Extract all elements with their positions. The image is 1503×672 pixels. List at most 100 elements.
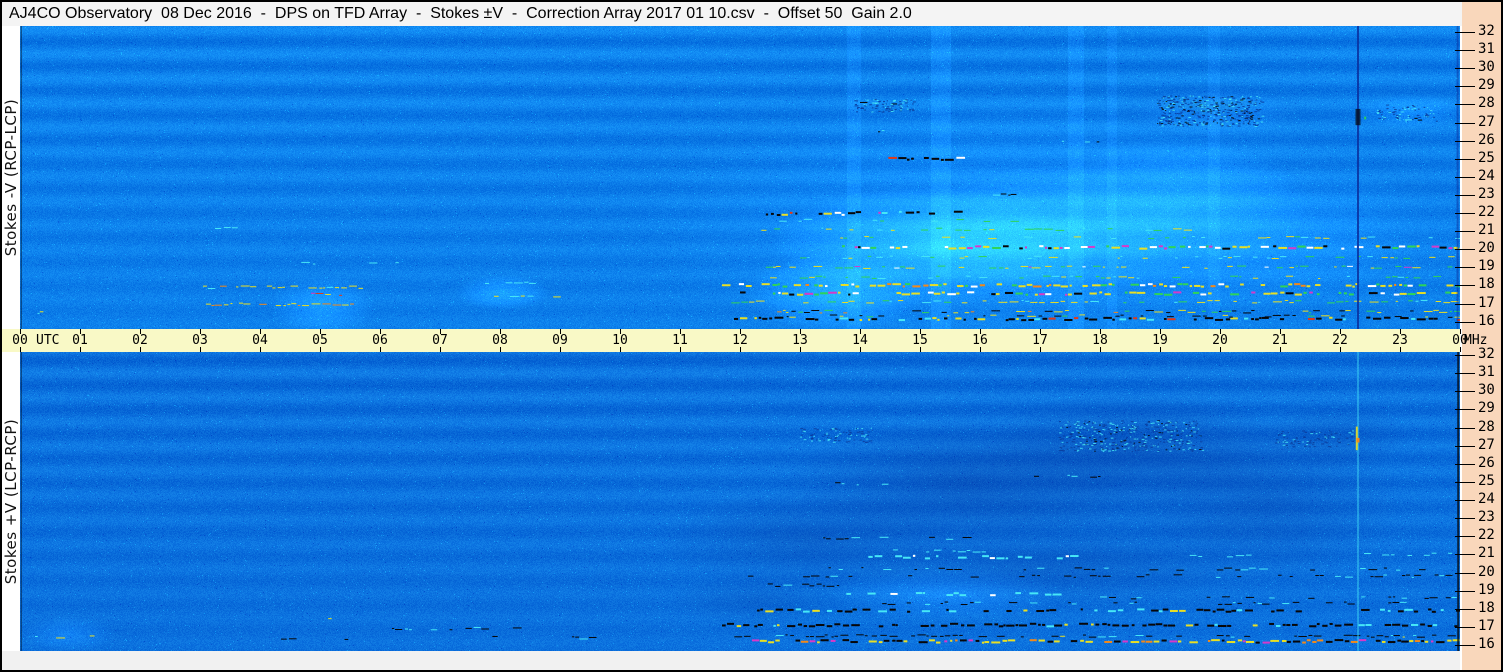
freq-tick (1455, 141, 1475, 142)
hour-label: 09 (552, 333, 568, 348)
freq-label: 30 (1478, 382, 1495, 398)
freq-tick (1455, 500, 1475, 501)
freq-label: 16 (1478, 636, 1495, 652)
freq-tick (1455, 177, 1475, 178)
freq-tick (1455, 409, 1475, 410)
freq-label: 25 (1478, 150, 1495, 166)
freq-tick (1455, 627, 1475, 628)
freq-tick (1455, 518, 1475, 519)
freq-label: 19 (1478, 582, 1495, 598)
freq-tick (1455, 249, 1475, 250)
hour-label: 18 (1092, 333, 1108, 348)
freq-label: 26 (1478, 455, 1495, 471)
freq-label: 19 (1478, 258, 1495, 274)
freq-tick (1455, 267, 1475, 268)
hour-label: 22 (1332, 333, 1348, 348)
spectrogram-bottom-stokes-plus-v (20, 352, 1460, 651)
panel-label-stokes-minus-v: Stokes -V (RCP-LCP) (2, 98, 20, 257)
freq-tick (1455, 554, 1475, 555)
freq-label: 32 (1478, 23, 1495, 39)
freq-label: 32 (1478, 346, 1495, 362)
hour-label: 03 (192, 333, 208, 348)
spectrogram-top-stokes-minus-v (20, 26, 1460, 329)
hour-label: 08 (492, 333, 508, 348)
freq-label: 24 (1478, 491, 1495, 507)
title-bar: AJ4CO Observatory 08 Dec 2016 - DPS on T… (2, 2, 1467, 26)
freq-tick (1455, 373, 1475, 374)
freq-label: 21 (1478, 222, 1495, 238)
freq-label: 25 (1478, 473, 1495, 489)
freq-tick (1455, 304, 1475, 305)
freq-tick (1455, 104, 1475, 105)
freq-tick (1455, 464, 1475, 465)
freq-label: 28 (1478, 95, 1495, 111)
freq-tick (1455, 159, 1475, 160)
hour-label: 17 (1032, 333, 1048, 348)
freq-label: 21 (1478, 545, 1495, 561)
freq-tick (1455, 428, 1475, 429)
freq-label: 22 (1478, 204, 1495, 220)
utc-unit-label: UTC (36, 333, 60, 348)
freq-tick (1455, 536, 1475, 537)
freq-tick (1455, 86, 1475, 87)
freq-tick (1455, 68, 1475, 69)
time-axis: 00 01 02 03 04 05 06 07 08 09 10 11 12 13 14 15 16 17 18 19… (2, 329, 1468, 352)
freq-label: 17 (1478, 618, 1495, 634)
bottom-margin (2, 651, 1460, 670)
hour-label: 06 (372, 333, 388, 348)
hour-label: 16 (972, 333, 988, 348)
freq-label: 30 (1478, 59, 1495, 75)
hour-label: 11 (672, 333, 688, 348)
freq-tick (1455, 123, 1475, 124)
freq-label: 27 (1478, 114, 1495, 130)
freq-label: 29 (1478, 77, 1495, 93)
hour-label: 23 (1392, 333, 1408, 348)
freq-label: 31 (1478, 364, 1495, 380)
freq-label: 22 (1478, 527, 1495, 543)
freq-label: 27 (1478, 437, 1495, 453)
hour-label: 07 (432, 333, 448, 348)
freq-tick (1455, 231, 1475, 232)
hour-label: 20 (1212, 333, 1228, 348)
freq-label: 20 (1478, 564, 1495, 580)
freq-tick (1455, 50, 1475, 51)
freq-tick (1455, 645, 1475, 646)
hour-label: 13 (792, 333, 808, 348)
hour-label: 19 (1152, 333, 1168, 348)
freq-label: 17 (1478, 295, 1495, 311)
hour-label: 14 (852, 333, 868, 348)
freq-tick (1455, 355, 1475, 356)
freq-tick (1455, 391, 1475, 392)
freq-tick (1455, 446, 1475, 447)
hour-label: 05 (312, 333, 328, 348)
freq-tick (1455, 591, 1475, 592)
hour-label: 01 (72, 333, 88, 348)
freq-label: 29 (1478, 400, 1495, 416)
freq-label: 31 (1478, 41, 1495, 57)
hour-label: 12 (732, 333, 748, 348)
freq-tick (1455, 195, 1475, 196)
hour-label: 15 (912, 333, 928, 348)
freq-label: 28 (1478, 419, 1495, 435)
panel-label-stokes-plus-v: Stokes +V (LCP-RCP) (2, 418, 20, 585)
freq-tick (1455, 213, 1475, 214)
freq-label: 16 (1478, 313, 1495, 329)
freq-label: 18 (1478, 600, 1495, 616)
freq-label: 23 (1478, 186, 1495, 202)
freq-tick (1455, 609, 1475, 610)
freq-label: 20 (1478, 240, 1495, 256)
freq-tick (1455, 482, 1475, 483)
freq-tick (1455, 573, 1475, 574)
freq-label: 24 (1478, 168, 1495, 184)
freq-tick (1455, 322, 1475, 323)
hour-label: 02 (132, 333, 148, 348)
freq-tick (1455, 32, 1475, 33)
hour-label: 00 (12, 333, 28, 348)
hour-label: 04 (252, 333, 268, 348)
freq-label: 26 (1478, 132, 1495, 148)
freq-label: 18 (1478, 276, 1495, 292)
hour-label: 21 (1272, 333, 1288, 348)
hour-label: 10 (612, 333, 628, 348)
freq-tick (1455, 285, 1475, 286)
spectrogram-viewer-window: AJ4CO Observatory 08 Dec 2016 - DPS on T… (0, 0, 1503, 672)
